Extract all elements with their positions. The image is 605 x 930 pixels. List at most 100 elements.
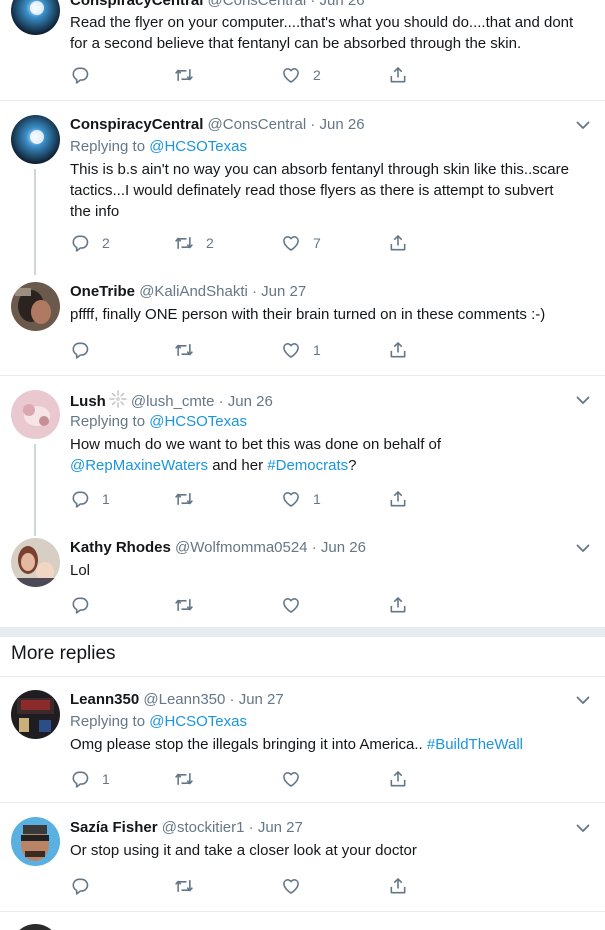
mention-link[interactable]: @HCSOTexas bbox=[149, 713, 247, 730]
display-name[interactable]: ConspiracyCentral bbox=[70, 0, 203, 9]
reply-button[interactable]: 1 bbox=[70, 489, 110, 509]
avatar[interactable] bbox=[11, 115, 60, 164]
tweet-text: How much do we want to bet this was done… bbox=[70, 434, 575, 476]
tweet-2[interactable]: OneTribe @KaliAndShakti · Jun 27 pffff, … bbox=[0, 270, 605, 374]
avatar[interactable] bbox=[11, 538, 60, 587]
tweet-1[interactable]: ConspiracyCentral @ConsCentral · Jun 26 … bbox=[0, 101, 605, 275]
retweet-button[interactable] bbox=[174, 876, 194, 896]
share-button[interactable] bbox=[388, 65, 408, 85]
avatar[interactable] bbox=[11, 690, 60, 739]
like-button[interactable]: 1 bbox=[281, 489, 321, 509]
reply-button[interactable] bbox=[70, 65, 90, 85]
retweet-button[interactable] bbox=[174, 489, 194, 509]
separator-dot: · bbox=[229, 691, 235, 708]
chevron-down-icon[interactable] bbox=[575, 392, 591, 408]
hashtag-link[interactable]: #BuildTheWall bbox=[427, 736, 523, 753]
user-handle[interactable]: @ConsCentral bbox=[208, 0, 307, 9]
tweet-text: pffff, finally ONE person with their bra… bbox=[70, 306, 546, 323]
share-button[interactable] bbox=[388, 233, 408, 253]
share-button[interactable] bbox=[388, 489, 408, 509]
display-name[interactable]: ConspiracyCentral bbox=[70, 116, 203, 133]
tweet-0[interactable]: ConspiracyCentral @ConsCentral · Jun 26 … bbox=[0, 0, 605, 100]
reply-button[interactable] bbox=[70, 340, 90, 360]
reply-icon bbox=[70, 65, 90, 85]
display-name[interactable]: OneTribe bbox=[70, 283, 135, 300]
tweet-header: Kathy Rhodes @Wolfmomma0524 · Jun 26 bbox=[70, 538, 575, 558]
user-handle[interactable]: @ConsCentral bbox=[208, 116, 307, 133]
sparkle-emoji-icon bbox=[109, 390, 127, 408]
tweet-date[interactable]: Jun 27 bbox=[258, 819, 303, 836]
display-name[interactable]: Lush bbox=[70, 393, 106, 410]
separator-dot: · bbox=[218, 393, 224, 410]
user-handle[interactable]: @Wolfmomma0524 bbox=[175, 539, 308, 556]
avatar[interactable] bbox=[11, 817, 60, 866]
tweet-5[interactable]: Leann350 @Leann350 · Jun 27 Replying to … bbox=[0, 677, 605, 802]
reply-button[interactable] bbox=[70, 595, 90, 615]
avatar[interactable] bbox=[11, 0, 60, 35]
like-button[interactable] bbox=[281, 876, 301, 896]
retweet-icon bbox=[174, 340, 194, 360]
tweet-text-line: How much do we want to bet this was done… bbox=[70, 436, 442, 453]
retweet-button[interactable] bbox=[174, 340, 194, 360]
display-name[interactable]: Leann350 bbox=[70, 691, 139, 708]
mention-link[interactable]: @HCSOTexas bbox=[149, 138, 247, 155]
tweet-4[interactable]: Kathy Rhodes @Wolfmomma0524 · Jun 26 Lol bbox=[0, 526, 605, 626]
tweet-6[interactable]: Sazía Fisher @stockitier1 · Jun 27 Or st… bbox=[0, 803, 605, 910]
retweet-button[interactable]: 2 bbox=[174, 233, 214, 253]
like-button[interactable]: 2 bbox=[281, 65, 321, 85]
avatar[interactable] bbox=[11, 924, 60, 930]
tweet-date[interactable]: Jun 26 bbox=[320, 116, 365, 133]
reply-button[interactable]: 2 bbox=[70, 233, 110, 253]
tweet-date[interactable]: Jun 26 bbox=[321, 539, 366, 556]
like-button[interactable]: 7 bbox=[281, 233, 321, 253]
tweet-date[interactable]: Jun 27 bbox=[239, 691, 284, 708]
chevron-down-icon[interactable] bbox=[575, 540, 591, 556]
reply-icon bbox=[70, 595, 90, 615]
chevron-down-icon[interactable] bbox=[575, 117, 591, 133]
like-icon bbox=[281, 65, 301, 85]
avatar[interactable] bbox=[11, 390, 60, 439]
mention-link[interactable]: @RepMaxineWaters bbox=[70, 457, 208, 474]
tweet-date[interactable]: Jun 26 bbox=[320, 0, 365, 9]
like-button[interactable] bbox=[281, 769, 301, 789]
tweet-header: Sazía Fisher @stockitier1 · Jun 27 bbox=[70, 818, 575, 838]
tweet-text: This is b.s ain't no way you can absorb … bbox=[70, 161, 569, 220]
hashtag-link[interactable]: #Democrats bbox=[267, 457, 348, 474]
tweet-date[interactable]: Jun 27 bbox=[261, 283, 306, 300]
like-icon bbox=[281, 595, 301, 615]
user-handle[interactable]: @stockitier1 bbox=[162, 819, 245, 836]
tweet-header: ConspiracyCentral @ConsCentral · Jun 26 bbox=[70, 115, 575, 135]
like-icon bbox=[281, 340, 301, 360]
reply-button[interactable]: 1 bbox=[70, 769, 110, 789]
reply-button[interactable] bbox=[70, 876, 90, 896]
separator-dot: · bbox=[252, 283, 257, 300]
like-button[interactable] bbox=[281, 595, 301, 615]
reply-icon bbox=[70, 876, 90, 896]
retweet-button[interactable] bbox=[174, 65, 194, 85]
user-handle[interactable]: @lush_cmte bbox=[131, 393, 215, 410]
share-icon bbox=[388, 876, 408, 896]
chevron-down-icon[interactable] bbox=[575, 820, 591, 836]
reply-icon bbox=[70, 489, 90, 509]
user-handle[interactable]: @Leann350 bbox=[143, 691, 225, 708]
more-replies-heading[interactable]: More replies bbox=[11, 642, 116, 666]
share-button[interactable] bbox=[388, 340, 408, 360]
retweet-count: 2 bbox=[206, 235, 214, 251]
chevron-down-icon[interactable] bbox=[575, 692, 591, 708]
avatar[interactable] bbox=[11, 282, 60, 331]
tweet-date[interactable]: Jun 26 bbox=[228, 393, 273, 410]
display-name[interactable]: Sazía Fisher bbox=[70, 819, 158, 836]
retweet-button[interactable] bbox=[174, 595, 194, 615]
share-button[interactable] bbox=[388, 769, 408, 789]
share-button[interactable] bbox=[388, 595, 408, 615]
separator-dot: · bbox=[310, 116, 316, 133]
tweet-3[interactable]: Lush @lush_cmte · Jun 26 Replying to @HCS… bbox=[0, 376, 605, 536]
retweet-button[interactable] bbox=[174, 769, 194, 789]
user-handle[interactable]: @KaliAndShakti bbox=[139, 283, 248, 300]
mention-link[interactable]: @HCSOTexas bbox=[149, 413, 247, 430]
like-button[interactable]: 1 bbox=[281, 340, 321, 360]
tweet-text: Or stop using it and take a closer look … bbox=[70, 842, 417, 859]
tweet-text: Lol bbox=[70, 562, 91, 579]
display-name[interactable]: Kathy Rhodes bbox=[70, 539, 171, 556]
share-button[interactable] bbox=[388, 876, 408, 896]
